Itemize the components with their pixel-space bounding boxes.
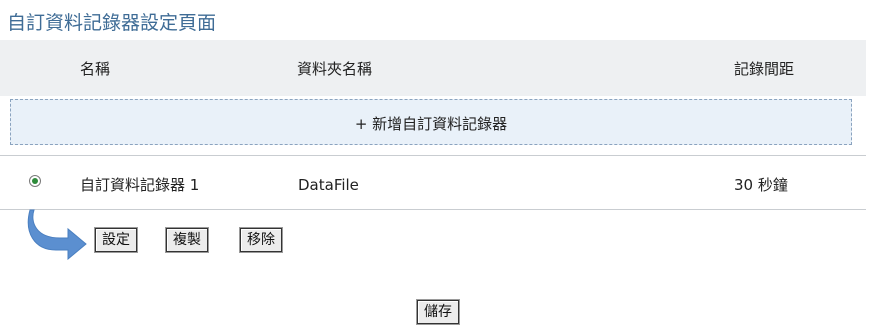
row-divider-top — [0, 155, 866, 156]
page-title: 自訂資料記錄器設定頁面 — [7, 12, 217, 34]
add-logger-label: + 新增自訂資料記錄器 — [354, 115, 508, 133]
save-button[interactable]: 儲存 — [416, 299, 460, 325]
table-header: 名稱 資料夾名稱 記錄間距 — [0, 40, 866, 96]
row-interval: 30 秒鐘 — [734, 176, 788, 194]
add-logger-button[interactable]: + 新增自訂資料記錄器 — [10, 99, 852, 145]
row-folder-name: DataFile — [298, 176, 359, 194]
copy-button[interactable]: 複製 — [165, 227, 209, 253]
radio-selected-dot — [32, 178, 38, 184]
header-interval: 記錄間距 — [734, 60, 795, 78]
row-logger-name: 自訂資料記錄器 1 — [80, 176, 200, 194]
remove-button[interactable]: 移除 — [239, 227, 283, 253]
header-folder-name: 資料夾名稱 — [297, 60, 373, 78]
settings-button[interactable]: 設定 — [94, 227, 138, 253]
logger-settings-page: 自訂資料記錄器設定頁面 名稱 資料夾名稱 記錄間距 + 新增自訂資料記錄器 自訂… — [0, 0, 880, 332]
header-name: 名稱 — [80, 60, 111, 78]
row-divider-bottom — [0, 209, 866, 210]
row-select-radio[interactable] — [29, 175, 41, 187]
